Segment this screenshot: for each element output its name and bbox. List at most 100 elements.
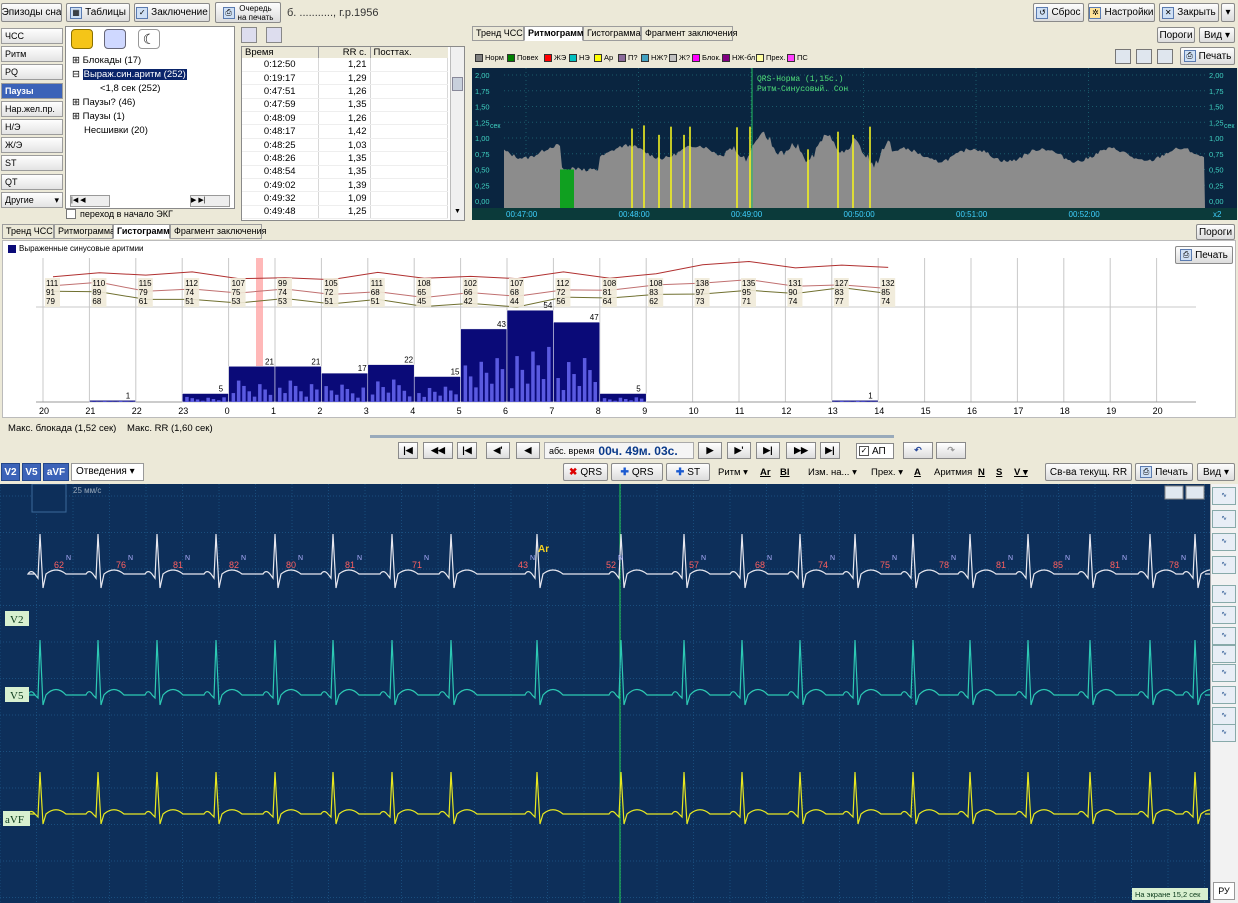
legend-item[interactable]: ПС xyxy=(787,53,808,62)
nav-back-page-button[interactable]: |◀ xyxy=(457,442,477,459)
left-tab-item[interactable]: QT xyxy=(1,173,63,190)
beat-rr-label[interactable]: 76 xyxy=(116,560,126,570)
nav-first-button[interactable]: |◀ xyxy=(398,442,418,459)
left-tab-item[interactable]: Ж/Э xyxy=(1,137,63,154)
hist-bar[interactable] xyxy=(553,321,601,403)
left-tab-item[interactable]: Нар.жел.пр. xyxy=(1,100,63,117)
ecg-side-tool-icon[interactable]: ∿ xyxy=(1212,645,1236,663)
close-button[interactable]: ✕ Закрыть xyxy=(1159,3,1219,22)
time-slider-track[interactable] xyxy=(370,435,894,438)
hist-bar[interactable] xyxy=(506,309,554,403)
table-row[interactable]: 0:49:32 1,09 xyxy=(242,191,448,206)
nav-forward-button[interactable]: ▶ xyxy=(698,442,722,459)
hist-tab[interactable]: Ритмограмма xyxy=(54,224,115,239)
ecg-side-tool-icon[interactable]: ∿ xyxy=(1212,585,1236,603)
add-st-button[interactable]: ✚ ST xyxy=(666,463,710,481)
ecg-side-tool-icon[interactable]: ∿ xyxy=(1212,487,1236,505)
nav-last-button[interactable]: ▶| xyxy=(820,442,840,459)
delete-qrs-button[interactable]: ✖ QRS xyxy=(563,463,608,481)
tree-item-pauses-q[interactable]: ⊞ Паузы? (46) xyxy=(72,97,135,108)
ecg-print-button[interactable]: ⎙ Печать xyxy=(1135,463,1193,481)
ar-button[interactable]: Ar xyxy=(760,464,771,481)
nav-fast-forward-button[interactable]: ▶▶ xyxy=(786,442,816,459)
settings-button[interactable]: ✲ Настройки xyxy=(1088,3,1155,22)
rhythm-prev-icon[interactable] xyxy=(1115,49,1131,64)
table-row[interactable]: 0:47:51 1,26 xyxy=(242,84,448,99)
columns-view-icon[interactable] xyxy=(266,27,282,43)
beat-rr-label[interactable]: 81 xyxy=(173,560,183,570)
rhythm-thresholds-button[interactable]: Пороги xyxy=(1157,27,1195,43)
legend-item[interactable]: НЭ xyxy=(569,53,590,62)
tables-button[interactable]: ▦ Таблицы xyxy=(66,3,130,22)
histogram-chart[interactable]: 1521 2117221543544751 1119179110896811579… xyxy=(36,254,1201,418)
redo-button[interactable]: ↷ xyxy=(936,442,966,459)
rhythm-fit-icon[interactable] xyxy=(1136,49,1152,64)
print-queue-button[interactable]: ⎙ Очередь на печать xyxy=(215,2,281,23)
lead-button-v5[interactable]: V5 xyxy=(22,463,41,481)
ecg-scroll-right-icon[interactable] xyxy=(1185,485,1205,500)
beat-rr-label[interactable]: 43 xyxy=(518,560,528,570)
ecg-side-tool-icon[interactable]: ∿ xyxy=(1212,556,1236,574)
left-tab-item[interactable]: ST xyxy=(1,155,63,172)
hist-bar[interactable] xyxy=(181,393,229,403)
n-button[interactable]: N xyxy=(978,464,985,481)
left-tab-item[interactable]: ЧСС xyxy=(1,28,63,44)
beat-rr-label[interactable]: 80 xyxy=(286,560,296,570)
close-dropdown-button[interactable]: ▾ xyxy=(1221,3,1235,22)
tree-item-blocks[interactable]: ⊞ Блокады (17) xyxy=(72,55,141,66)
legend-item[interactable]: Норм xyxy=(475,53,504,62)
ecg-side-tool-icon[interactable]: ∿ xyxy=(1212,724,1236,742)
legend-item[interactable]: Ж? xyxy=(669,53,690,62)
hist-tab[interactable]: Гистограмма xyxy=(113,224,175,239)
col-posttach[interactable]: Посттах. xyxy=(370,47,448,58)
legend-item[interactable]: П? xyxy=(618,53,638,62)
beat-rr-label[interactable]: 78 xyxy=(939,560,949,570)
tree-item-sinus-arrhythmia[interactable]: ⊟ Выраж.син.аритм (252) xyxy=(72,69,187,80)
beat-rr-label[interactable]: 81 xyxy=(996,560,1006,570)
current-rr-props-button[interactable]: Св-ва текущ. RR xyxy=(1045,463,1132,481)
rhythm-view-button[interactable]: Вид ▾ xyxy=(1199,27,1235,43)
hist-tab[interactable]: Тренд ЧСС xyxy=(2,224,54,239)
nav-fast-back-button[interactable]: ◀◀ xyxy=(423,442,453,459)
rhythm-next-icon[interactable] xyxy=(1157,49,1173,64)
col-time[interactable]: Время xyxy=(242,47,319,58)
ecg-side-tool-icon[interactable]: ∿ xyxy=(1212,664,1236,682)
rhythm-tab[interactable]: Гистограмма xyxy=(583,26,641,41)
hist-bar[interactable] xyxy=(274,366,322,403)
legend-item[interactable]: Прех. xyxy=(756,53,785,62)
ecg-side-tool-icon[interactable]: ∿ xyxy=(1212,510,1236,528)
left-tab-item[interactable]: Н/Э xyxy=(1,119,63,135)
legend-item[interactable]: НЖ-бл xyxy=(722,53,755,62)
hist-tab[interactable]: Фрагмент заключения xyxy=(170,224,266,239)
table-view-icon[interactable] xyxy=(241,27,257,43)
amplitude-control[interactable] xyxy=(31,484,67,513)
rhythm-print-button[interactable]: ⎙ Печать xyxy=(1180,47,1235,65)
beat-rr-label[interactable]: 82 xyxy=(229,560,239,570)
nav-back-beat-button[interactable]: ◀' xyxy=(486,442,510,459)
table-row[interactable]: 0:19:17 1,29 xyxy=(242,71,448,86)
change-to-menu[interactable]: Изм. на... ▾ xyxy=(808,464,857,481)
add-qrs-button[interactable]: ✚ QRS xyxy=(611,463,663,481)
hist-bar[interactable] xyxy=(831,400,879,403)
ecg-scroll-left-icon[interactable] xyxy=(1164,485,1184,500)
nav-forward-page-button[interactable]: ▶| xyxy=(756,442,780,459)
table-row[interactable]: 0:48:17 1,42 xyxy=(242,124,448,139)
table-row[interactable]: 0:48:09 1,26 xyxy=(242,111,448,126)
scroll-down-icon[interactable]: ▼ xyxy=(451,208,464,220)
table-row[interactable]: 0:47:59 1,35 xyxy=(242,98,448,113)
language-indicator[interactable]: РУ xyxy=(1213,882,1235,900)
reset-button[interactable]: ↺ Сброс xyxy=(1033,3,1084,22)
beat-rr-label[interactable]: 57 xyxy=(689,560,699,570)
hist-bar[interactable] xyxy=(460,328,508,403)
beat-rr-label[interactable]: 71 xyxy=(412,560,422,570)
undo-button[interactable]: ↶ xyxy=(903,442,933,459)
rhythm-tab[interactable]: Ритмограмма xyxy=(524,26,588,41)
bl-button[interactable]: Bl xyxy=(780,464,790,481)
hist-bar[interactable] xyxy=(367,364,415,403)
tree-item-stitch-errors[interactable]: Несшивки (20) xyxy=(84,125,148,136)
ecg-canvas[interactable]: 25 мм/с 62N76N81N82N80N81N71N43N52N57N68… xyxy=(0,484,1210,903)
table-scrollbar[interactable]: ▼ xyxy=(450,47,464,220)
col-rr[interactable]: RR с. xyxy=(318,47,371,58)
a-button[interactable]: A xyxy=(914,464,921,481)
leads-dropdown[interactable]: Отведения ▾ xyxy=(71,463,144,481)
